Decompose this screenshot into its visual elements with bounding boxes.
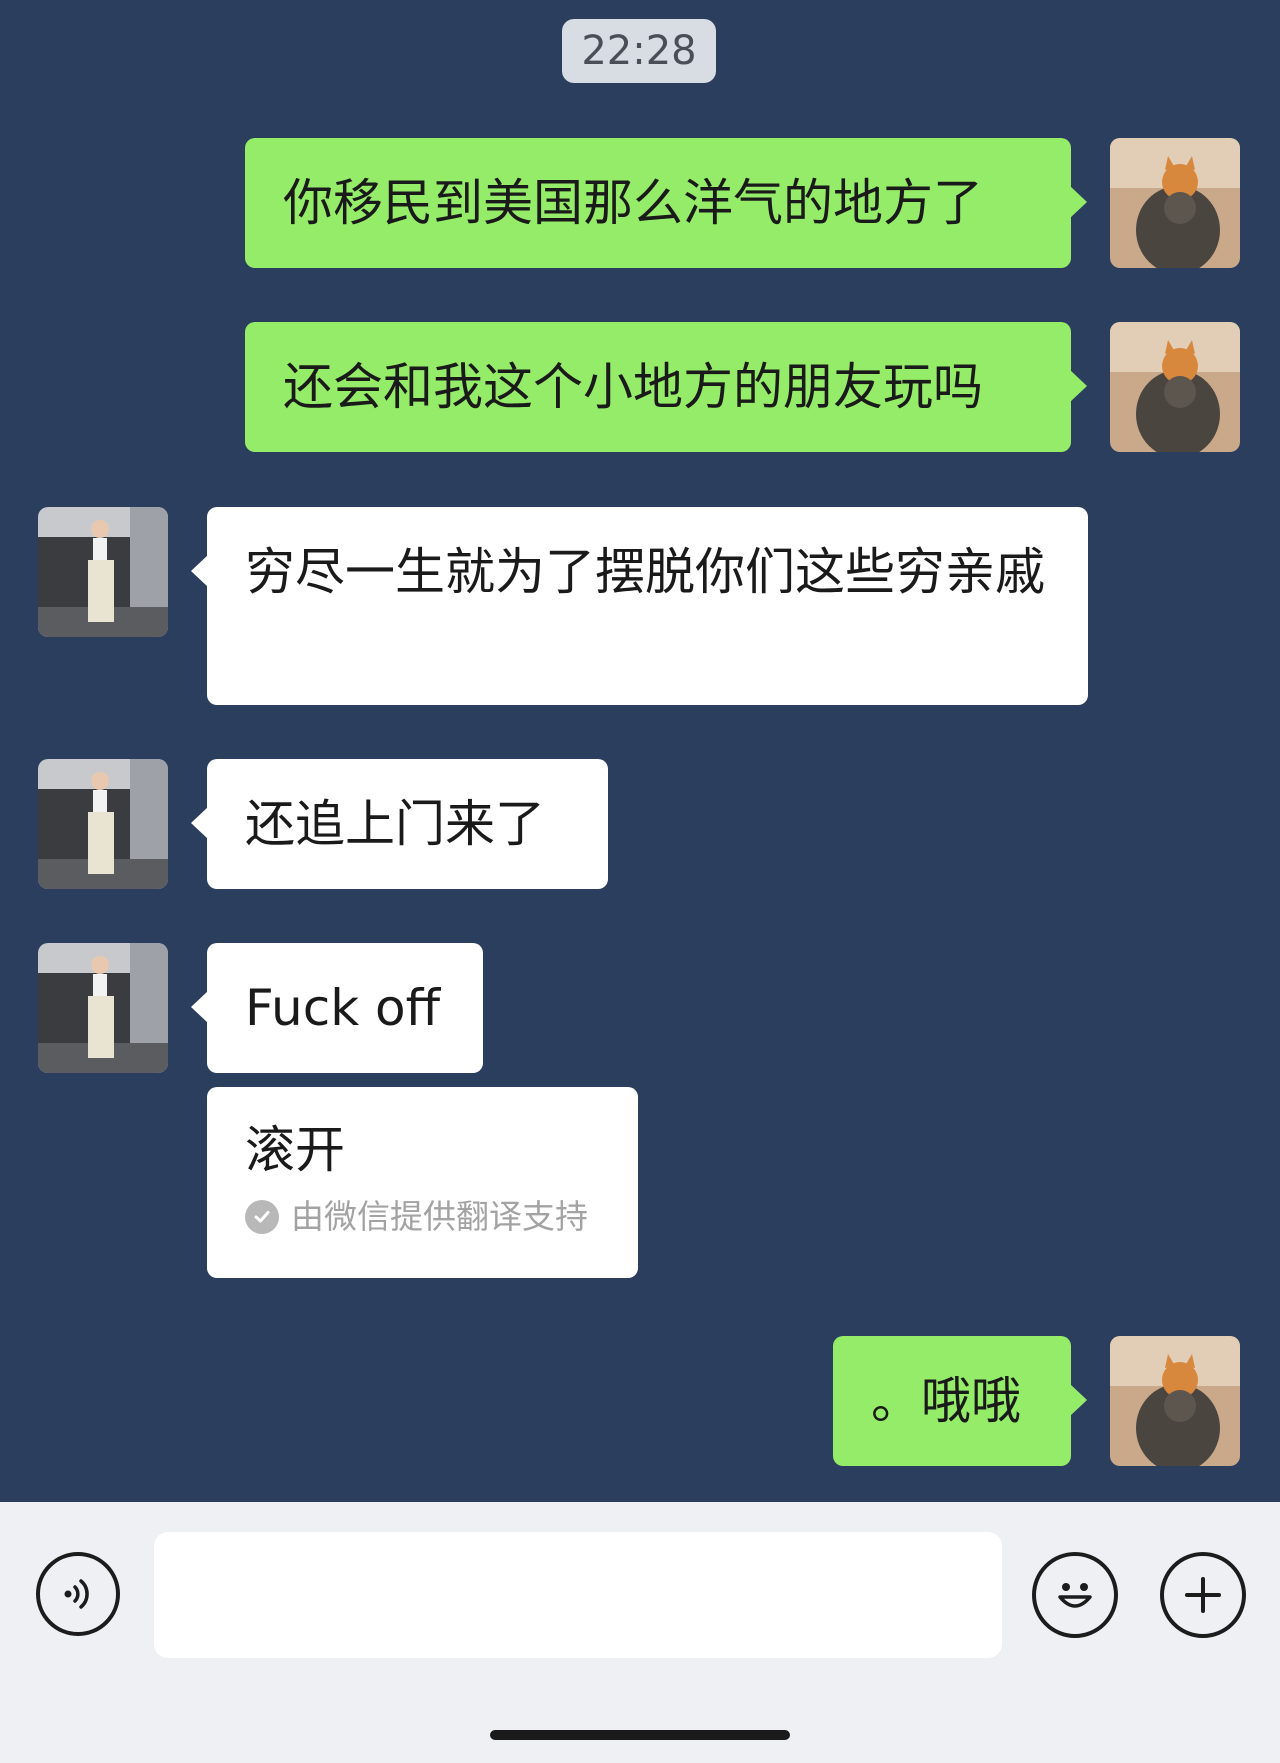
- cat-avatar-image: [1110, 1336, 1240, 1466]
- message-input[interactable]: [154, 1532, 1002, 1658]
- input-bar: [0, 1502, 1280, 1763]
- message-bubble-sent[interactable]: 还会和我这个小地方的朋友玩吗: [245, 322, 1087, 452]
- contact-avatar[interactable]: [38, 507, 168, 637]
- plus-icon: [1185, 1577, 1221, 1613]
- my-avatar[interactable]: [1110, 322, 1240, 452]
- home-indicator: [490, 1730, 790, 1740]
- plus-button[interactable]: [1160, 1552, 1246, 1638]
- check-circle-icon: [245, 1200, 279, 1234]
- emoji-icon: [1058, 1583, 1092, 1608]
- translation-note: 由微信提供翻译支持: [245, 1197, 600, 1237]
- girl-avatar-image: [38, 943, 168, 1073]
- contact-avatar[interactable]: [38, 759, 168, 889]
- message-text: 还会和我这个小地方的朋友玩吗: [283, 358, 983, 416]
- message-bubble-sent[interactable]: 。哦哦: [833, 1336, 1087, 1466]
- voice-icon: [64, 1579, 89, 1609]
- message-text: Fuck off: [245, 979, 441, 1037]
- message-timestamp: 22:28: [562, 19, 716, 83]
- cat-avatar-image: [1110, 322, 1240, 452]
- my-avatar[interactable]: [1110, 138, 1240, 268]
- translated-text: 滚开: [245, 1121, 345, 1179]
- girl-avatar-image: [38, 507, 168, 637]
- my-avatar[interactable]: [1110, 1336, 1240, 1466]
- translation-bubble[interactable]: 滚开 由微信提供翻译支持: [207, 1087, 638, 1278]
- girl-avatar-image: [38, 759, 168, 889]
- message-bubble-received[interactable]: 还追上门来了: [191, 759, 608, 889]
- message-bubble-received[interactable]: Fuck off: [191, 943, 483, 1073]
- contact-avatar[interactable]: [38, 943, 168, 1073]
- message-text: 你移民到美国那么洋气的地方了: [283, 174, 983, 232]
- translation-note-text: 由微信提供翻译支持: [291, 1197, 588, 1236]
- message-bubble-received[interactable]: 穷尽一生就为了摆脱你们这些穷亲戚: [191, 507, 1088, 705]
- message-text: 。哦哦: [871, 1372, 1021, 1430]
- message-bubble-sent[interactable]: 你移民到美国那么洋气的地方了: [245, 138, 1087, 268]
- message-text: 穷尽一生就为了摆脱你们这些穷亲戚: [245, 543, 1045, 601]
- message-text: 还追上门来了: [245, 795, 545, 853]
- cat-avatar-image: [1110, 138, 1240, 268]
- voice-button[interactable]: [36, 1552, 120, 1636]
- emoji-button[interactable]: [1032, 1552, 1118, 1638]
- chat-area: 22:28 你移民到美国那么洋气的地方了 还会和我这个小地方的朋友玩吗 穷尽一生…: [0, 0, 1280, 1502]
